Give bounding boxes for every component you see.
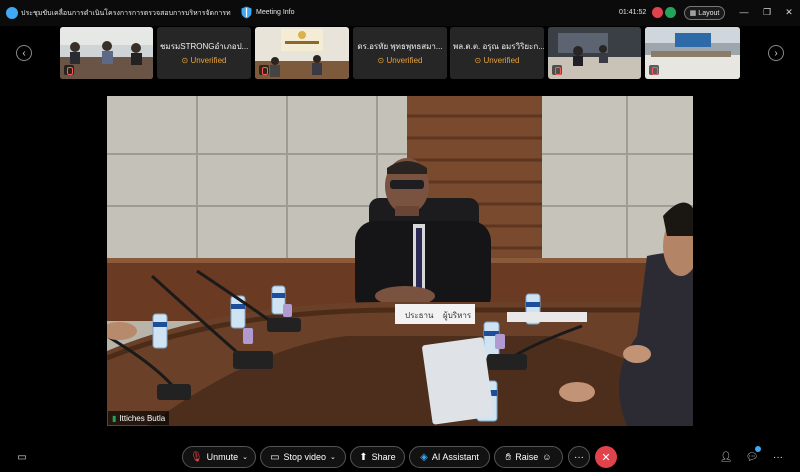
title-bar: ประชุมขับเคลื่อนการดำเนินโครงการการตรวจส… xyxy=(0,0,800,26)
nameplate-text: ประธาน xyxy=(405,311,434,320)
nameplate-text-2: ผู้บริหาร xyxy=(443,311,472,321)
restore-icon[interactable]: ❐ xyxy=(760,5,774,19)
share-label: Share xyxy=(371,452,396,462)
participant-thumbnail[interactable]: ชมรมSTRONGอำเภอป... ⊙ Unverified xyxy=(157,27,251,79)
minimize-icon[interactable]: — xyxy=(737,5,751,19)
more-icon[interactable]: ··· xyxy=(770,450,786,464)
muted-mic-icon xyxy=(259,65,269,75)
participant-name: ชมรมSTRONGอำเภอป... xyxy=(160,42,249,51)
participant-video-thumbnail xyxy=(255,27,349,79)
layout-label: Layout xyxy=(698,9,720,17)
close-icon: ✕ xyxy=(601,451,611,464)
unmute-button[interactable]: 🎙︎ Unmute ⌄ xyxy=(182,446,256,468)
participant-video-thumbnail xyxy=(645,27,740,79)
more-options-label: ··· xyxy=(574,451,584,463)
unverified-status: ⊙ Unverified xyxy=(474,56,520,65)
participant-thumbnail[interactable] xyxy=(60,27,153,79)
raise-hand-icon: ✋︎ xyxy=(505,451,512,463)
active-speaker-video: ประธาน ผู้บริหาร xyxy=(107,96,693,426)
unverified-status: ⊙ Unverified xyxy=(377,56,423,65)
chat-icon[interactable]: 💬︎ xyxy=(744,450,760,464)
chevron-down-icon[interactable]: ⌄ xyxy=(330,453,336,461)
share-button[interactable]: ⬆︎ Share xyxy=(350,446,405,468)
next-participants-button[interactable]: › xyxy=(768,45,784,61)
app-logo-icon xyxy=(6,7,18,19)
chat-notification-badge xyxy=(755,446,761,452)
chevron-down-icon[interactable]: ⌄ xyxy=(242,453,248,461)
layout-button[interactable]: ▦ Layout xyxy=(684,6,725,20)
video-camera-icon: ▭ xyxy=(270,451,280,463)
share-screen-icon: ⬆︎ xyxy=(359,451,368,463)
reactions-icon[interactable]: ☺ xyxy=(542,452,551,462)
unverified-status: ⊙ Unverified xyxy=(181,56,227,65)
ai-assistant-label: AI Assistant xyxy=(431,452,479,462)
participant-thumbnail[interactable]: ดร.อรทัย พุทธพุทธสมา... ⊙ Unverified xyxy=(353,27,447,79)
main-video-feed[interactable]: ประธาน ผู้บริหาร xyxy=(107,96,693,426)
connection-status-icon[interactable] xyxy=(665,7,676,18)
mic-active-icon: ▮ xyxy=(112,413,117,423)
speaker-name-tag: ▮ Ittiches Butla xyxy=(108,411,170,425)
unmute-label: Unmute xyxy=(206,452,239,462)
participant-thumbnail[interactable] xyxy=(548,27,641,79)
muted-mic-icon xyxy=(552,65,562,75)
end-call-button[interactable]: ✕ xyxy=(595,446,617,468)
muted-mic-icon xyxy=(64,65,74,75)
captions-icon[interactable]: ▭ xyxy=(14,450,30,464)
speaker-name: Ittiches Butla xyxy=(119,413,166,423)
ai-assistant-button[interactable]: ◈ AI Assistant xyxy=(409,446,490,468)
shield-icon[interactable] xyxy=(241,6,252,19)
meeting-timer: 01:41:52 xyxy=(619,9,647,16)
participants-icon[interactable]: 👤︎ xyxy=(718,450,734,464)
participant-name: พล.ต.ต. อรุณ อมรวิริยะก... xyxy=(453,42,544,51)
participant-thumbnail[interactable]: พล.ต.ต. อรุณ อมรวิริยะก... ⊙ Unverified xyxy=(450,27,544,79)
ai-assistant-icon: ◈ xyxy=(420,451,428,463)
close-icon[interactable]: ✕ xyxy=(782,5,796,19)
recording-icon[interactable] xyxy=(652,7,663,18)
window-title: ประชุมขับเคลื่อนการดำเนินโครงการการตรวจส… xyxy=(21,10,231,17)
more-options-button[interactable]: ··· xyxy=(568,446,590,468)
participant-name: ดร.อรทัย พุทธพุทธสมา... xyxy=(357,42,443,51)
participant-thumbnail[interactable] xyxy=(255,27,349,79)
stop-video-label: Stop video xyxy=(283,452,327,462)
muted-mic-icon xyxy=(649,65,659,75)
layout-icon: ▦ xyxy=(689,10,697,17)
raise-hand-button[interactable]: ✋︎ Raise ☺ xyxy=(494,446,563,468)
meeting-info-link[interactable]: Meeting Info xyxy=(256,9,295,16)
stop-video-button[interactable]: ▭ Stop video ⌄ xyxy=(260,446,346,468)
muted-mic-icon: 🎙︎ xyxy=(189,451,203,463)
raise-label: Raise xyxy=(515,452,539,462)
participant-thumbnail[interactable] xyxy=(645,27,740,79)
prev-participants-button[interactable]: ‹ xyxy=(16,45,32,61)
